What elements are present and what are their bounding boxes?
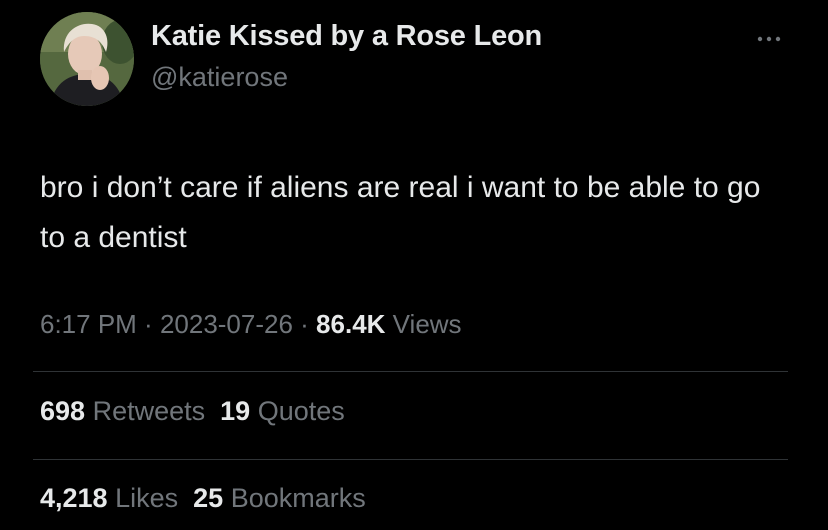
bookmarks-stat[interactable]: 25 Bookmarks [193, 483, 366, 513]
quotes-stat[interactable]: 19 Quotes [220, 396, 345, 426]
author-display-name[interactable]: Katie Kissed by a Rose Leon [151, 20, 542, 53]
divider [33, 371, 788, 372]
more-horizontal-icon [757, 36, 781, 42]
meta-separator: · [292, 309, 317, 339]
retweets-label: Retweets [92, 396, 206, 426]
profile-photo [40, 12, 134, 106]
stats-row-likes-bookmarks: 4,218 Likes 25 Bookmarks [40, 483, 366, 514]
tweet-text: bro i don’t care if aliens are real i wa… [40, 171, 761, 254]
likes-count: 4,218 [40, 483, 108, 513]
views-label: Views [392, 309, 462, 339]
stats-row-retweets-quotes: 698 Retweets 19 Quotes [40, 396, 345, 427]
author-avatar[interactable] [40, 12, 134, 106]
more-options-button[interactable] [752, 28, 786, 50]
bookmarks-label: Bookmarks [230, 483, 366, 513]
tweet-time[interactable]: 6:17 PM [40, 309, 137, 339]
likes-label: Likes [115, 483, 179, 513]
quotes-label: Quotes [257, 396, 345, 426]
tweet-date[interactable]: 2023-07-26 [160, 309, 293, 339]
author-handle[interactable]: @katierose [151, 62, 288, 93]
likes-stat[interactable]: 4,218 Likes [40, 483, 178, 513]
quotes-count: 19 [220, 396, 251, 426]
views-count: 86.4K [316, 309, 386, 339]
bookmarks-count: 25 [193, 483, 224, 513]
tweet-meta: 6:17 PM · 2023-07-26 · 86.4K Views [40, 309, 462, 340]
divider [33, 459, 788, 460]
retweets-stat[interactable]: 698 Retweets [40, 396, 205, 426]
retweets-count: 698 [40, 396, 86, 426]
meta-separator: · [136, 309, 160, 339]
